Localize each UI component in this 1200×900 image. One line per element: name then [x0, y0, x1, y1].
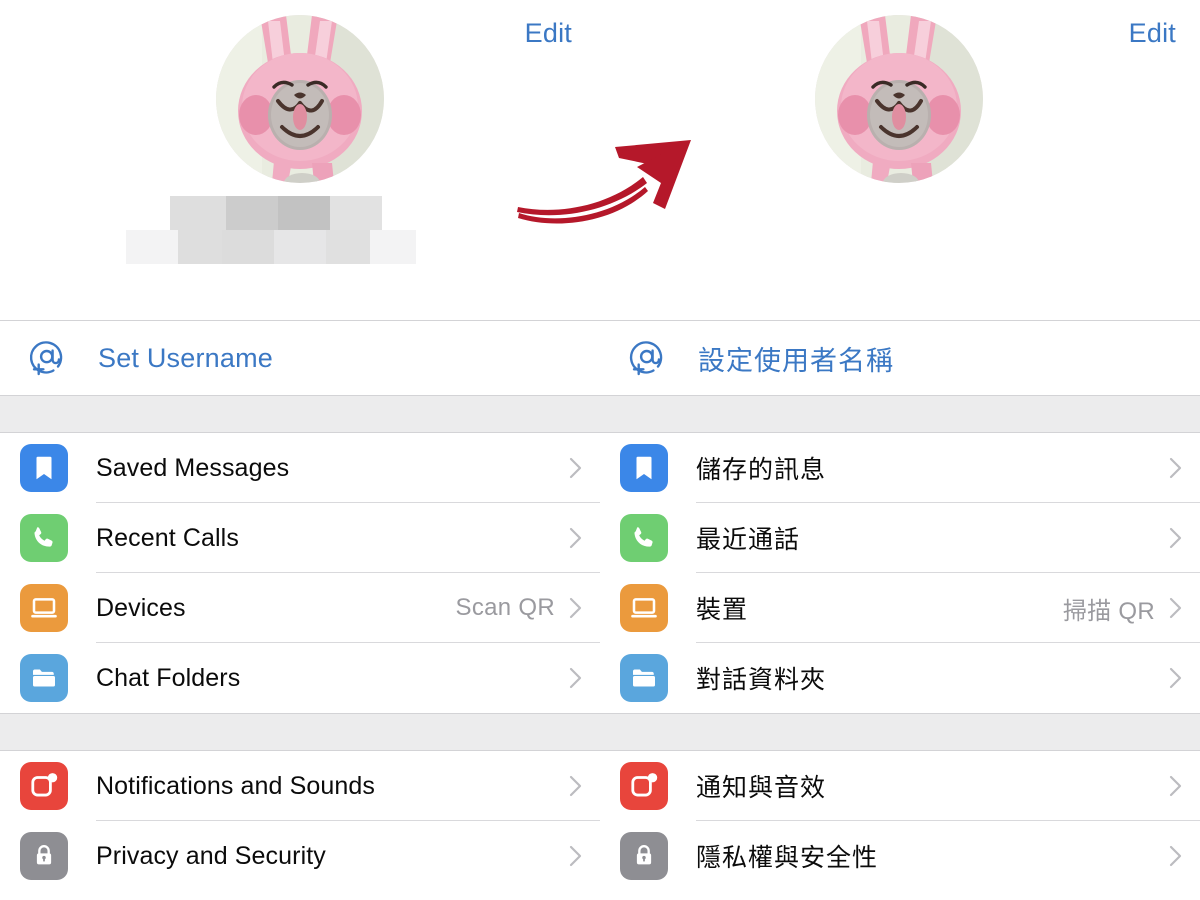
chevron-right-icon [569, 597, 582, 619]
laptop-icon [20, 584, 68, 632]
chevron-right-icon [1169, 457, 1182, 479]
laptop-icon [620, 584, 668, 632]
row-label: 裝置 [696, 596, 749, 624]
row-label: Saved Messages [96, 453, 290, 482]
row-accessory [1169, 775, 1200, 797]
at-plus-icon [622, 333, 672, 383]
settings-row[interactable]: 儲存的訊息 [600, 433, 1200, 503]
settings-row[interactable]: Notifications and Sounds [0, 751, 600, 821]
set-username-row[interactable]: Set Username [0, 321, 600, 395]
avatar[interactable] [216, 15, 384, 183]
row-label: Devices [96, 593, 186, 622]
row-label: 通知與音效 [696, 774, 827, 802]
blur-block [278, 196, 330, 230]
chevron-right-icon [1169, 845, 1182, 867]
profile-header: Edit [600, 0, 1200, 320]
row-label: Notifications and Sounds [96, 771, 375, 800]
set-username-label: Set Username [98, 342, 273, 373]
section-gap [0, 395, 600, 433]
settings-section: 儲存的訊息最近通話裝置 掃描 QR 對話資料夾 [600, 433, 1200, 713]
bookmark-icon [20, 444, 68, 492]
blur-block [330, 196, 382, 230]
settings-section: 通知與音效隱私權與安全性 [600, 751, 1200, 891]
row-label: 對話資料夾 [696, 666, 827, 694]
blur-block [126, 230, 178, 264]
chevron-right-icon [1169, 597, 1182, 619]
panel-chinese: Edit 設定使用者名稱 儲存的訊息最近通話裝置 掃描 QR 對話資料夾通知與音效隱私權… [600, 0, 1200, 900]
row-accessory [569, 775, 600, 797]
row-accessory [1169, 667, 1200, 689]
settings-row[interactable]: Chat Folders [0, 643, 600, 713]
row-accessory [1169, 527, 1200, 549]
blur-block [170, 196, 226, 230]
settings-row[interactable]: 對話資料夾 [600, 643, 1200, 713]
screenshot-canvas: Edit Set Username Saved Messages Recent Cal… [0, 0, 1200, 900]
blur-block [274, 230, 326, 264]
row-label: 隱私權與安全性 [696, 844, 879, 872]
row-accessory [569, 667, 600, 689]
chevron-right-icon [569, 527, 582, 549]
blur-block [222, 230, 274, 264]
profile-header: Edit [0, 0, 600, 320]
blur-block [326, 230, 370, 264]
comparison-panels: Edit Set Username Saved Messages Recent Cal… [0, 0, 1200, 900]
settings-row[interactable]: 通知與音效 [600, 751, 1200, 821]
chevron-right-icon [569, 667, 582, 689]
chevron-right-icon [1169, 775, 1182, 797]
blur-block [370, 230, 416, 264]
folder-icon [620, 654, 668, 702]
bookmark-icon [620, 444, 668, 492]
row-accessory [1169, 457, 1200, 479]
blur-block [178, 230, 222, 264]
chevron-right-icon [569, 775, 582, 797]
row-value: Scan QR [455, 594, 555, 621]
section-gap [600, 395, 1200, 433]
folder-icon [20, 654, 68, 702]
settings-section: Saved Messages Recent Calls Devices Scan QR… [0, 433, 600, 713]
settings-row[interactable]: Privacy and Security [0, 821, 600, 891]
blurred-display-name [126, 196, 416, 264]
row-accessory: 掃描 QR [1063, 591, 1200, 626]
notification-bell-badge-icon [20, 762, 68, 810]
row-label: Chat Folders [96, 663, 241, 692]
row-label: Recent Calls [96, 523, 239, 552]
lock-icon [20, 832, 68, 880]
row-label: 最近通話 [696, 526, 801, 554]
row-label: 儲存的訊息 [696, 456, 827, 484]
at-plus-icon [22, 333, 72, 383]
settings-row[interactable]: 裝置 掃描 QR [600, 573, 1200, 643]
row-accessory [569, 457, 600, 479]
set-username-row[interactable]: 設定使用者名稱 [600, 321, 1200, 395]
settings-row[interactable]: 最近通話 [600, 503, 1200, 573]
row-accessory: Scan QR [456, 594, 600, 622]
blur-block [226, 196, 278, 230]
row-accessory [569, 845, 600, 867]
chevron-right-icon [1169, 527, 1182, 549]
lock-icon [620, 832, 668, 880]
avatar[interactable] [815, 15, 983, 183]
phone-icon [20, 514, 68, 562]
row-accessory [569, 527, 600, 549]
row-value: 掃描 QR [1062, 597, 1155, 625]
section-gap [600, 713, 1200, 751]
row-label: Privacy and Security [96, 841, 326, 870]
settings-section: Notifications and Sounds Privacy and Secu… [0, 751, 600, 891]
phone-icon [620, 514, 668, 562]
chevron-right-icon [569, 457, 582, 479]
settings-row[interactable]: Recent Calls [0, 503, 600, 573]
section-gap [0, 713, 600, 751]
panel-english: Edit Set Username Saved Messages Recent Cal… [0, 0, 600, 900]
edit-button[interactable]: Edit [1129, 20, 1176, 47]
row-accessory [1169, 845, 1200, 867]
settings-row[interactable]: 隱私權與安全性 [600, 821, 1200, 891]
blurred-name-line [170, 196, 416, 230]
edit-button[interactable]: Edit [525, 20, 572, 47]
set-username-label: 設定使用者名稱 [698, 345, 894, 376]
chevron-right-icon [569, 845, 582, 867]
settings-row[interactable]: Saved Messages [0, 433, 600, 503]
chevron-right-icon [1169, 667, 1182, 689]
notification-bell-badge-icon [620, 762, 668, 810]
settings-row[interactable]: Devices Scan QR [0, 573, 600, 643]
blurred-name-line [126, 230, 416, 264]
